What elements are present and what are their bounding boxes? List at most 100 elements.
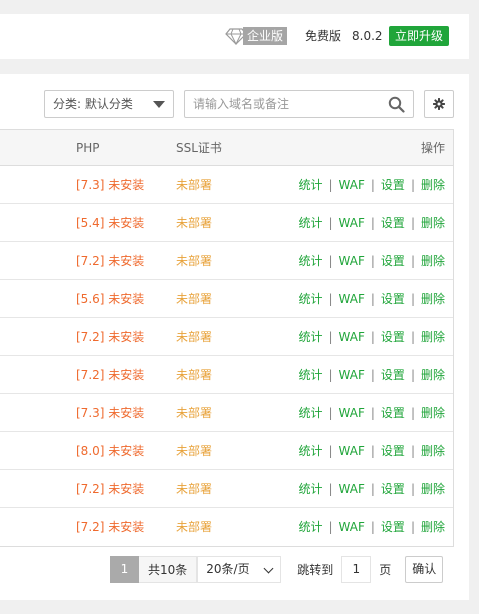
table-row: [7.2] 未安装 未部署 统计 | WAF | 设置 | 删除 xyxy=(0,356,453,394)
php-version-link[interactable]: [5.6] 未安装 xyxy=(76,280,144,318)
ssl-status-link[interactable]: 未部署 xyxy=(176,242,212,280)
delete-link[interactable]: 删除 xyxy=(421,216,445,230)
stats-link[interactable]: 统计 xyxy=(298,406,322,420)
stats-link[interactable]: 统计 xyxy=(298,178,322,192)
php-version-link[interactable]: [7.3] 未安装 xyxy=(76,394,144,432)
delete-link[interactable]: 删除 xyxy=(421,292,445,306)
settings-link[interactable]: 设置 xyxy=(381,520,405,534)
ssl-status-link[interactable]: 未部署 xyxy=(176,394,212,432)
waf-link[interactable]: WAF xyxy=(339,482,365,496)
row-actions: 统计 | WAF | 设置 | 删除 xyxy=(298,204,445,242)
separator: | xyxy=(328,254,333,268)
row-actions: 统计 | WAF | 设置 | 删除 xyxy=(298,470,445,508)
jump-page-input[interactable]: 1 xyxy=(341,556,372,583)
delete-link[interactable]: 删除 xyxy=(421,482,445,496)
settings-link[interactable]: 设置 xyxy=(381,330,405,344)
ssl-status-link[interactable]: 未部署 xyxy=(176,318,212,356)
settings-link[interactable]: 设置 xyxy=(381,368,405,382)
ssl-status-link[interactable]: 未部署 xyxy=(176,356,212,394)
php-version-link[interactable]: [7.2] 未安装 xyxy=(76,242,144,280)
stats-link[interactable]: 统计 xyxy=(298,254,322,268)
page-size-select[interactable]: 20条/页 xyxy=(197,556,282,583)
column-ops: 操作 xyxy=(420,141,445,155)
settings-link[interactable]: 设置 xyxy=(381,216,405,230)
delete-link[interactable]: 删除 xyxy=(421,254,445,268)
separator: | xyxy=(370,254,375,268)
row-actions: 统计 | WAF | 设置 | 删除 xyxy=(298,432,445,470)
settings-link[interactable]: 设置 xyxy=(381,444,405,458)
confirm-jump-button[interactable]: 确认 xyxy=(405,556,444,583)
separator: | xyxy=(328,406,333,420)
table-row: [7.2] 未安装 未部署 统计 | WAF | 设置 | 删除 xyxy=(0,508,453,546)
search-input[interactable] xyxy=(185,91,375,117)
waf-link[interactable]: WAF xyxy=(339,292,365,306)
separator: | xyxy=(370,330,375,344)
ssl-status-link[interactable]: 未部署 xyxy=(176,166,212,204)
stats-link[interactable]: 统计 xyxy=(298,292,322,306)
separator: | xyxy=(410,406,415,420)
row-actions: 统计 | WAF | 设置 | 删除 xyxy=(298,280,445,318)
stats-link[interactable]: 统计 xyxy=(298,482,322,496)
separator: | xyxy=(328,368,333,382)
separator: | xyxy=(410,330,415,344)
column-ssl[interactable]: SSL证书 xyxy=(176,130,222,166)
stats-link[interactable]: 统计 xyxy=(298,216,322,230)
settings-button[interactable] xyxy=(424,90,454,118)
waf-link[interactable]: WAF xyxy=(339,520,365,534)
ssl-status-link[interactable]: 未部署 xyxy=(176,204,212,242)
settings-link[interactable]: 设置 xyxy=(381,178,405,192)
php-version-link[interactable]: [7.3] 未安装 xyxy=(76,166,144,204)
waf-link[interactable]: WAF xyxy=(339,216,365,230)
ssl-status-link[interactable]: 未部署 xyxy=(176,470,212,508)
waf-link[interactable]: WAF xyxy=(339,254,365,268)
waf-link[interactable]: WAF xyxy=(339,444,365,458)
ssl-status-link[interactable]: 未部署 xyxy=(176,280,212,318)
row-actions: 统计 | WAF | 设置 | 删除 xyxy=(298,166,445,204)
stats-link[interactable]: 统计 xyxy=(298,520,322,534)
ssl-status-link[interactable]: 未部署 xyxy=(176,432,212,470)
search-box xyxy=(184,90,414,118)
stats-link[interactable]: 统计 xyxy=(298,330,322,344)
php-version-link[interactable]: [7.2] 未安装 xyxy=(76,318,144,356)
pagination: 1 共10条 20条/页 跳转到 1 页 确认 xyxy=(110,556,444,583)
delete-link[interactable]: 删除 xyxy=(421,330,445,344)
waf-link[interactable]: WAF xyxy=(339,178,365,192)
php-version-link[interactable]: [8.0] 未安装 xyxy=(76,432,144,470)
ssl-status-link[interactable]: 未部署 xyxy=(176,508,212,546)
jump-label: 跳转到 xyxy=(297,563,334,577)
table-row: [7.2] 未安装 未部署 统计 | WAF | 设置 | 删除 xyxy=(0,318,453,356)
table-row: [7.2] 未安装 未部署 统计 | WAF | 设置 | 删除 xyxy=(0,470,453,508)
php-version-link[interactable]: [7.2] 未安装 xyxy=(76,356,144,394)
delete-link[interactable]: 删除 xyxy=(421,520,445,534)
settings-link[interactable]: 设置 xyxy=(381,254,405,268)
table-body: [7.3] 未安装 未部署 统计 | WAF | 设置 | 删除 [5.4] 未安装 未部署 统计 | W… xyxy=(0,166,453,546)
enterprise-badge[interactable]: 企业版 xyxy=(225,26,288,46)
php-version-link[interactable]: [7.2] 未安装 xyxy=(76,470,144,508)
stats-link[interactable]: 统计 xyxy=(298,444,322,458)
delete-link[interactable]: 删除 xyxy=(421,406,445,420)
category-select[interactable]: 分类: 默认分类 xyxy=(44,90,174,118)
separator: | xyxy=(410,444,415,458)
delete-link[interactable]: 删除 xyxy=(421,178,445,192)
stats-link[interactable]: 统计 xyxy=(298,368,322,382)
column-php[interactable]: PHP xyxy=(76,130,100,166)
delete-link[interactable]: 删除 xyxy=(421,444,445,458)
separator: | xyxy=(410,368,415,382)
waf-link[interactable]: WAF xyxy=(339,406,365,420)
enterprise-label: 企业版 xyxy=(243,27,288,45)
table-row: [7.2] 未安装 未部署 统计 | WAF | 设置 | 删除 xyxy=(0,242,453,280)
settings-link[interactable]: 设置 xyxy=(381,292,405,306)
waf-link[interactable]: WAF xyxy=(339,330,365,344)
current-page-button[interactable]: 1 xyxy=(110,556,139,583)
separator: | xyxy=(370,444,375,458)
php-version-link[interactable]: [7.2] 未安装 xyxy=(76,508,144,546)
top-header-bar: 企业版 免费版 8.0.2 立即升级 xyxy=(0,14,469,59)
upgrade-button[interactable]: 立即升级 xyxy=(389,26,449,46)
search-icon[interactable] xyxy=(388,96,405,113)
waf-link[interactable]: WAF xyxy=(339,368,365,382)
delete-link[interactable]: 删除 xyxy=(421,368,445,382)
row-actions: 统计 | WAF | 设置 | 删除 xyxy=(298,356,445,394)
settings-link[interactable]: 设置 xyxy=(381,406,405,420)
php-version-link[interactable]: [5.4] 未安装 xyxy=(76,204,144,242)
settings-link[interactable]: 设置 xyxy=(381,482,405,496)
